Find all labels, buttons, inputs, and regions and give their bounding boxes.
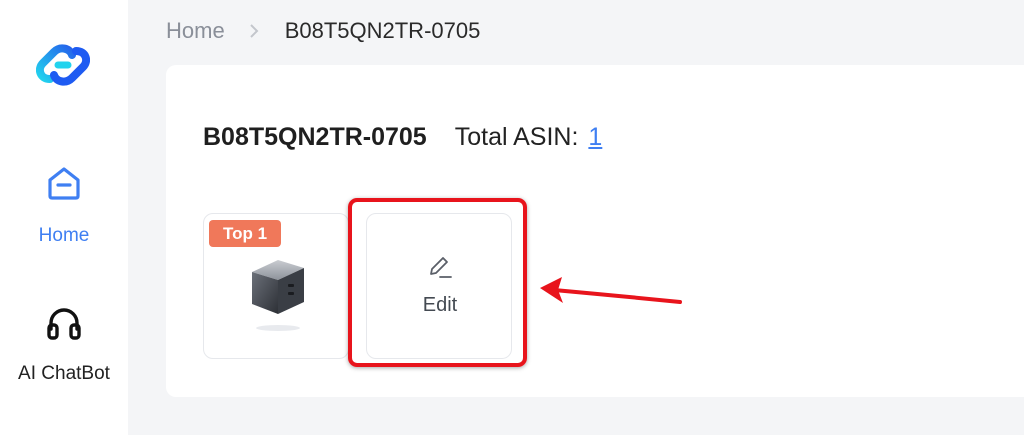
breadcrumb: Home B08T5QN2TR-0705	[166, 16, 480, 46]
annotation-highlight-box	[348, 198, 527, 367]
card-header: B08T5QN2TR-0705 Total ASIN: 1	[203, 123, 602, 152]
main-card: B08T5QN2TR-0705 Total ASIN: 1 Top 1 Edit	[166, 65, 1024, 397]
sidebar-item-ai-chatbot[interactable]: AI ChatBot	[0, 303, 128, 385]
total-asin-count-link[interactable]: 1	[588, 123, 602, 152]
top-rank-badge: Top 1	[209, 220, 282, 247]
product-charger-image	[252, 260, 304, 331]
product-tile[interactable]: Top 1	[203, 213, 349, 359]
annotation-arrow-icon	[540, 277, 682, 304]
home-icon	[48, 167, 80, 200]
chevron-right-icon	[249, 23, 259, 39]
headphones-icon	[47, 308, 81, 340]
sidebar: Home AI ChatBot	[0, 0, 128, 435]
total-asin-label: Total ASIN:	[454, 123, 579, 151]
breadcrumb-home-link[interactable]: Home	[166, 18, 225, 44]
app-logo[interactable]	[36, 43, 90, 87]
sidebar-item-label: AI ChatBot	[18, 363, 110, 384]
breadcrumb-current: B08T5QN2TR-0705	[284, 18, 481, 43]
sidebar-item-home[interactable]: Home	[0, 163, 128, 247]
sidebar-item-label: Home	[38, 225, 90, 246]
page-title: B08T5QN2TR-0705	[203, 123, 427, 151]
